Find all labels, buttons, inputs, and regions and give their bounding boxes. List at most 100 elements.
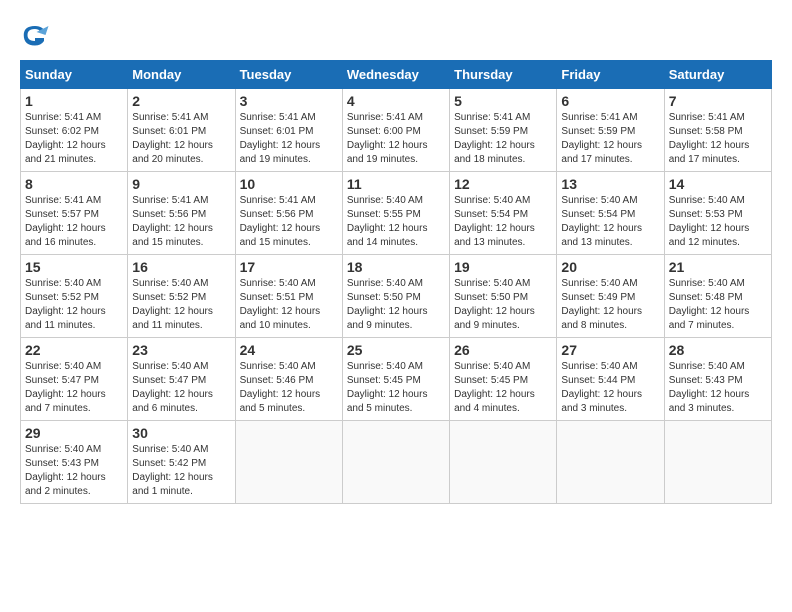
day-number: 20 bbox=[561, 259, 659, 275]
day-number: 30 bbox=[132, 425, 230, 441]
calendar-day-cell: 6 Sunrise: 5:41 AMSunset: 5:59 PMDayligh… bbox=[557, 89, 664, 172]
day-info: Sunrise: 5:41 AMSunset: 6:01 PMDaylight:… bbox=[132, 111, 230, 167]
day-info: Sunrise: 5:40 AMSunset: 5:54 PMDaylight:… bbox=[454, 194, 552, 250]
day-header-saturday: Saturday bbox=[664, 61, 771, 89]
day-number: 6 bbox=[561, 93, 659, 109]
calendar-day-cell bbox=[235, 421, 342, 504]
day-number: 29 bbox=[25, 425, 123, 441]
day-info: Sunrise: 5:41 AMSunset: 6:02 PMDaylight:… bbox=[25, 111, 123, 167]
calendar-day-cell: 15 Sunrise: 5:40 AMSunset: 5:52 PMDaylig… bbox=[21, 255, 128, 338]
calendar-week-row: 15 Sunrise: 5:40 AMSunset: 5:52 PMDaylig… bbox=[21, 255, 772, 338]
day-number: 3 bbox=[240, 93, 338, 109]
day-info: Sunrise: 5:40 AMSunset: 5:50 PMDaylight:… bbox=[347, 277, 445, 333]
day-number: 26 bbox=[454, 342, 552, 358]
day-info: Sunrise: 5:40 AMSunset: 5:46 PMDaylight:… bbox=[240, 360, 338, 416]
day-number: 5 bbox=[454, 93, 552, 109]
day-header-wednesday: Wednesday bbox=[342, 61, 449, 89]
day-number: 10 bbox=[240, 176, 338, 192]
day-number: 16 bbox=[132, 259, 230, 275]
day-info: Sunrise: 5:40 AMSunset: 5:52 PMDaylight:… bbox=[25, 277, 123, 333]
calendar-day-cell: 3 Sunrise: 5:41 AMSunset: 6:01 PMDayligh… bbox=[235, 89, 342, 172]
day-number: 22 bbox=[25, 342, 123, 358]
calendar-day-cell: 27 Sunrise: 5:40 AMSunset: 5:44 PMDaylig… bbox=[557, 338, 664, 421]
day-number: 14 bbox=[669, 176, 767, 192]
calendar-day-cell: 28 Sunrise: 5:40 AMSunset: 5:43 PMDaylig… bbox=[664, 338, 771, 421]
day-number: 23 bbox=[132, 342, 230, 358]
day-info: Sunrise: 5:41 AMSunset: 5:59 PMDaylight:… bbox=[561, 111, 659, 167]
day-info: Sunrise: 5:40 AMSunset: 5:48 PMDaylight:… bbox=[669, 277, 767, 333]
calendar-day-cell: 7 Sunrise: 5:41 AMSunset: 5:58 PMDayligh… bbox=[664, 89, 771, 172]
calendar-week-row: 1 Sunrise: 5:41 AMSunset: 6:02 PMDayligh… bbox=[21, 89, 772, 172]
day-info: Sunrise: 5:41 AMSunset: 5:58 PMDaylight:… bbox=[669, 111, 767, 167]
day-info: Sunrise: 5:41 AMSunset: 5:57 PMDaylight:… bbox=[25, 194, 123, 250]
day-info: Sunrise: 5:40 AMSunset: 5:53 PMDaylight:… bbox=[669, 194, 767, 250]
day-header-monday: Monday bbox=[128, 61, 235, 89]
calendar-day-cell: 1 Sunrise: 5:41 AMSunset: 6:02 PMDayligh… bbox=[21, 89, 128, 172]
day-info: Sunrise: 5:41 AMSunset: 5:59 PMDaylight:… bbox=[454, 111, 552, 167]
calendar-day-cell bbox=[342, 421, 449, 504]
day-number: 11 bbox=[347, 176, 445, 192]
calendar-day-cell: 18 Sunrise: 5:40 AMSunset: 5:50 PMDaylig… bbox=[342, 255, 449, 338]
calendar-week-row: 8 Sunrise: 5:41 AMSunset: 5:57 PMDayligh… bbox=[21, 172, 772, 255]
calendar-week-row: 29 Sunrise: 5:40 AMSunset: 5:43 PMDaylig… bbox=[21, 421, 772, 504]
day-info: Sunrise: 5:41 AMSunset: 6:00 PMDaylight:… bbox=[347, 111, 445, 167]
day-info: Sunrise: 5:40 AMSunset: 5:49 PMDaylight:… bbox=[561, 277, 659, 333]
day-info: Sunrise: 5:40 AMSunset: 5:52 PMDaylight:… bbox=[132, 277, 230, 333]
page-header bbox=[20, 20, 772, 50]
calendar-day-cell bbox=[557, 421, 664, 504]
calendar-day-cell: 17 Sunrise: 5:40 AMSunset: 5:51 PMDaylig… bbox=[235, 255, 342, 338]
calendar-day-cell: 13 Sunrise: 5:40 AMSunset: 5:54 PMDaylig… bbox=[557, 172, 664, 255]
day-info: Sunrise: 5:40 AMSunset: 5:44 PMDaylight:… bbox=[561, 360, 659, 416]
day-number: 25 bbox=[347, 342, 445, 358]
calendar-day-cell: 16 Sunrise: 5:40 AMSunset: 5:52 PMDaylig… bbox=[128, 255, 235, 338]
calendar-header-row: SundayMondayTuesdayWednesdayThursdayFrid… bbox=[21, 61, 772, 89]
calendar-day-cell: 24 Sunrise: 5:40 AMSunset: 5:46 PMDaylig… bbox=[235, 338, 342, 421]
calendar-day-cell: 25 Sunrise: 5:40 AMSunset: 5:45 PMDaylig… bbox=[342, 338, 449, 421]
day-info: Sunrise: 5:41 AMSunset: 5:56 PMDaylight:… bbox=[240, 194, 338, 250]
calendar-day-cell: 11 Sunrise: 5:40 AMSunset: 5:55 PMDaylig… bbox=[342, 172, 449, 255]
calendar-day-cell: 29 Sunrise: 5:40 AMSunset: 5:43 PMDaylig… bbox=[21, 421, 128, 504]
day-header-sunday: Sunday bbox=[21, 61, 128, 89]
logo-icon bbox=[20, 20, 50, 50]
calendar-day-cell: 20 Sunrise: 5:40 AMSunset: 5:49 PMDaylig… bbox=[557, 255, 664, 338]
calendar-day-cell: 19 Sunrise: 5:40 AMSunset: 5:50 PMDaylig… bbox=[450, 255, 557, 338]
day-info: Sunrise: 5:40 AMSunset: 5:45 PMDaylight:… bbox=[347, 360, 445, 416]
day-number: 28 bbox=[669, 342, 767, 358]
logo bbox=[20, 20, 52, 50]
calendar-week-row: 22 Sunrise: 5:40 AMSunset: 5:47 PMDaylig… bbox=[21, 338, 772, 421]
calendar-day-cell: 8 Sunrise: 5:41 AMSunset: 5:57 PMDayligh… bbox=[21, 172, 128, 255]
calendar-day-cell: 4 Sunrise: 5:41 AMSunset: 6:00 PMDayligh… bbox=[342, 89, 449, 172]
day-number: 1 bbox=[25, 93, 123, 109]
calendar-day-cell bbox=[450, 421, 557, 504]
day-number: 21 bbox=[669, 259, 767, 275]
day-number: 15 bbox=[25, 259, 123, 275]
day-number: 4 bbox=[347, 93, 445, 109]
calendar-day-cell: 23 Sunrise: 5:40 AMSunset: 5:47 PMDaylig… bbox=[128, 338, 235, 421]
day-info: Sunrise: 5:40 AMSunset: 5:47 PMDaylight:… bbox=[132, 360, 230, 416]
calendar-day-cell: 12 Sunrise: 5:40 AMSunset: 5:54 PMDaylig… bbox=[450, 172, 557, 255]
day-info: Sunrise: 5:40 AMSunset: 5:43 PMDaylight:… bbox=[669, 360, 767, 416]
day-number: 2 bbox=[132, 93, 230, 109]
day-info: Sunrise: 5:40 AMSunset: 5:50 PMDaylight:… bbox=[454, 277, 552, 333]
calendar-table: SundayMondayTuesdayWednesdayThursdayFrid… bbox=[20, 60, 772, 504]
calendar-day-cell: 14 Sunrise: 5:40 AMSunset: 5:53 PMDaylig… bbox=[664, 172, 771, 255]
day-info: Sunrise: 5:40 AMSunset: 5:45 PMDaylight:… bbox=[454, 360, 552, 416]
day-info: Sunrise: 5:40 AMSunset: 5:42 PMDaylight:… bbox=[132, 443, 230, 499]
calendar-day-cell bbox=[664, 421, 771, 504]
day-number: 27 bbox=[561, 342, 659, 358]
day-number: 18 bbox=[347, 259, 445, 275]
day-header-thursday: Thursday bbox=[450, 61, 557, 89]
day-header-tuesday: Tuesday bbox=[235, 61, 342, 89]
day-info: Sunrise: 5:40 AMSunset: 5:47 PMDaylight:… bbox=[25, 360, 123, 416]
calendar-day-cell: 5 Sunrise: 5:41 AMSunset: 5:59 PMDayligh… bbox=[450, 89, 557, 172]
day-info: Sunrise: 5:40 AMSunset: 5:51 PMDaylight:… bbox=[240, 277, 338, 333]
day-info: Sunrise: 5:41 AMSunset: 6:01 PMDaylight:… bbox=[240, 111, 338, 167]
day-number: 13 bbox=[561, 176, 659, 192]
day-number: 8 bbox=[25, 176, 123, 192]
day-info: Sunrise: 5:40 AMSunset: 5:43 PMDaylight:… bbox=[25, 443, 123, 499]
day-info: Sunrise: 5:41 AMSunset: 5:56 PMDaylight:… bbox=[132, 194, 230, 250]
calendar-day-cell: 26 Sunrise: 5:40 AMSunset: 5:45 PMDaylig… bbox=[450, 338, 557, 421]
day-number: 7 bbox=[669, 93, 767, 109]
day-header-friday: Friday bbox=[557, 61, 664, 89]
day-number: 17 bbox=[240, 259, 338, 275]
